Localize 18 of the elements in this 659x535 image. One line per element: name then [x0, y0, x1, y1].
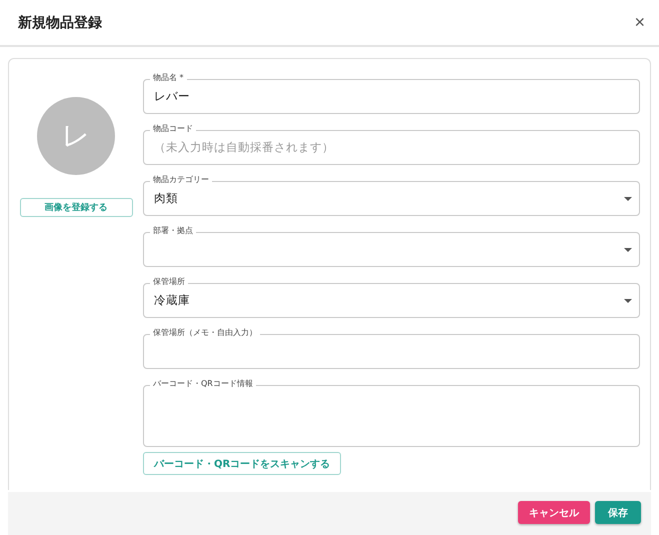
dropdown-caret-icon — [624, 197, 632, 201]
cancel-button[interactable]: キャンセル — [518, 501, 590, 524]
field-label: 部署・拠点 — [150, 226, 196, 236]
field-label: バーコード・QRコード情報 — [150, 379, 256, 389]
dialog-title: 新規物品登録 — [18, 14, 102, 32]
field-value: 冷蔵庫 — [154, 293, 190, 308]
field-label: 物品カテゴリー — [150, 175, 212, 185]
dropdown-caret-icon — [624, 248, 632, 252]
field-label: 物品名 * — [150, 73, 187, 83]
close-button[interactable]: × — [630, 12, 649, 33]
field-value: 肉類 — [154, 191, 178, 206]
field-value: レバー — [154, 89, 190, 104]
field-label: 保管場所（メモ・自由入力） — [150, 328, 260, 338]
avatar: レ — [37, 97, 115, 175]
dropdown-caret-icon — [624, 299, 632, 303]
field-label: 物品コード — [150, 124, 196, 134]
placeholder: （未入力時は自動採番されます） — [154, 140, 334, 155]
field-label: 保管場所 — [150, 277, 188, 287]
